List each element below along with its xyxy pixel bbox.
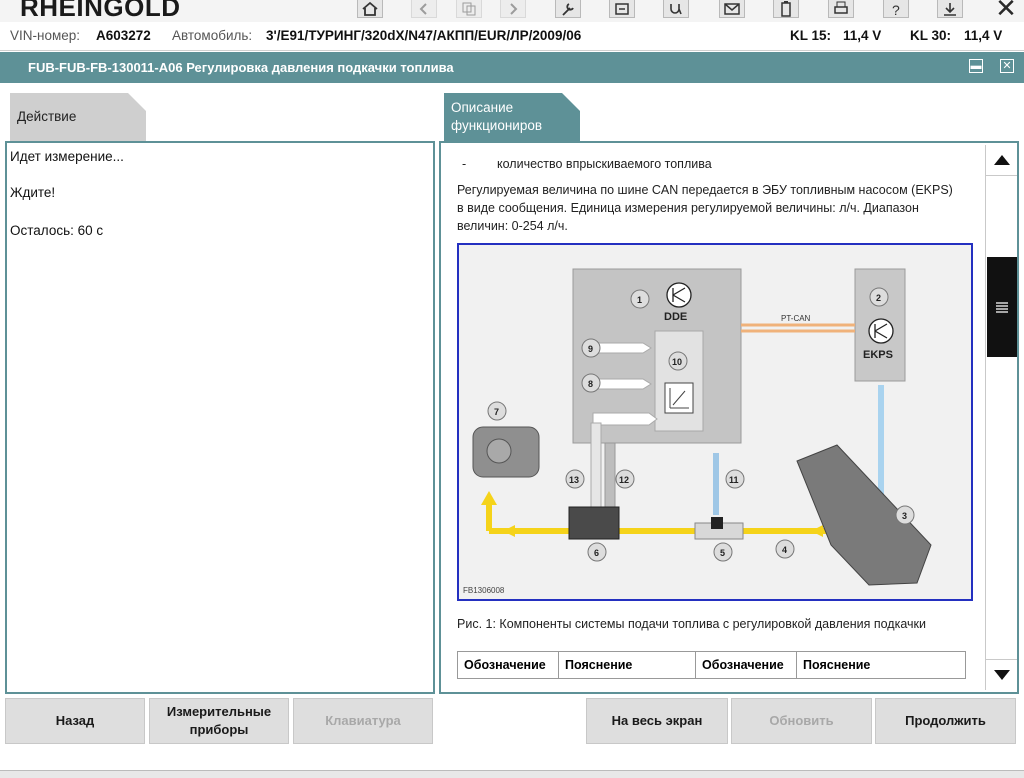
home-icon	[362, 1, 378, 16]
svg-text:?: ?	[892, 2, 900, 17]
measuring-devices-button[interactable]: Измерительные приборы	[149, 698, 289, 744]
legend-table: Обозначение Пояснение Обозначение Поясне…	[457, 651, 966, 679]
dde-label: DDE	[664, 311, 687, 323]
car-value: 3'/E91/ТУРИНГ/320dX/N47/АКПП/EUR/ЛР/2009…	[266, 28, 582, 43]
bullet-text: количество впрыскиваемого топлива	[497, 157, 712, 171]
help-button[interactable]: ?	[883, 0, 909, 18]
table-header: Обозначение	[695, 651, 797, 679]
app-brand: RHEINGOLD	[20, 0, 181, 22]
back-nav-button[interactable]	[411, 0, 437, 18]
status-measuring: Идет измерение...	[10, 149, 124, 164]
kl15-label: KL 15:	[790, 28, 832, 43]
tab-function-description-label: Описание функциониров	[451, 100, 543, 133]
svg-text:12: 12	[619, 475, 629, 485]
top-toolbar: RHEINGOLD ? ✕	[0, 0, 1024, 22]
vin-label: VIN-номер:	[10, 28, 81, 43]
continue-button[interactable]: Продолжить	[875, 698, 1016, 744]
printer-icon	[834, 1, 848, 14]
kl15-value: 11,4 V	[843, 28, 882, 43]
svg-text:1: 1	[637, 295, 642, 305]
forward-nav-button[interactable]	[500, 0, 526, 18]
window-titlebar: FUB-FUB-FB-130011-A06 Регулировка давлен…	[0, 52, 1024, 83]
battery-button[interactable]	[773, 0, 799, 18]
svg-text:10: 10	[672, 357, 682, 367]
table-header-row: Обозначение Пояснение Обозначение Поясне…	[457, 651, 966, 679]
description-panel: - количество впрыскиваемого топлива Регу…	[439, 141, 1019, 694]
kl30-value: 11,4 V	[964, 28, 1003, 43]
svg-text:4: 4	[782, 545, 787, 555]
svg-text:8: 8	[588, 379, 593, 389]
grip-icon	[996, 302, 1008, 313]
svg-text:6: 6	[594, 548, 599, 558]
ekps-label: EKPS	[863, 349, 893, 361]
figure-caption: Рис. 1: Компоненты системы подачи топлив…	[457, 617, 926, 631]
window-title: FUB-FUB-FB-130011-A06 Регулировка давлен…	[28, 60, 454, 75]
triangle-up-icon	[993, 155, 1010, 165]
vehicle-info-bar: VIN-номер: A603272 Автомобиль: 3'/E91/ТУ…	[0, 22, 1024, 51]
download-button[interactable]	[937, 0, 963, 18]
fullscreen-button[interactable]: На весь экран	[586, 698, 728, 744]
battery-icon	[781, 0, 791, 17]
table-header: Пояснение	[796, 651, 966, 679]
home-button[interactable]	[357, 0, 383, 18]
print-button[interactable]	[828, 0, 854, 18]
vehicle-connect-icon	[615, 2, 629, 15]
minimize-window-button[interactable]: ▬	[969, 59, 983, 73]
scroll-down-button[interactable]	[986, 659, 1017, 690]
envelope-icon	[724, 2, 740, 15]
car-label: Автомобиль:	[172, 28, 253, 43]
copy-button[interactable]	[456, 0, 482, 18]
action-panel: Идет измерение... Ждите! Осталось: 60 с	[5, 141, 435, 694]
svg-text:9: 9	[588, 344, 593, 354]
status-wait: Ждите!	[10, 185, 56, 200]
close-icon: ✕	[995, 0, 1017, 22]
scroll-up-button[interactable]	[986, 145, 1017, 176]
kl30-label: KL 30:	[910, 28, 952, 43]
keyboard-button[interactable]: Клавиатура	[293, 698, 433, 744]
tab-action-label: Действие	[17, 109, 77, 124]
tools-button[interactable]	[555, 0, 581, 18]
refresh-button[interactable]: Обновить	[731, 698, 872, 744]
question-icon: ?	[892, 2, 900, 17]
close-icon: ✕	[1002, 60, 1012, 72]
svg-text:2: 2	[876, 293, 881, 303]
close-window-button[interactable]: ✕	[1000, 59, 1014, 73]
back-button[interactable]: Назад	[5, 698, 145, 744]
svg-text:3: 3	[902, 511, 907, 521]
chevron-right-icon	[510, 2, 518, 15]
svg-text:13: 13	[569, 475, 579, 485]
description-paragraph: Регулируемая величина по шине CAN переда…	[457, 183, 953, 233]
vertical-scrollbar[interactable]	[985, 145, 1017, 690]
svg-text:5: 5	[720, 548, 725, 558]
app-close-button[interactable]: ✕	[992, 0, 1020, 22]
mail-button[interactable]	[719, 0, 745, 18]
connection-button[interactable]	[609, 0, 635, 18]
fuel-system-diagram: PT-CAN DDE EKPS 1 2 3 4 5 6 7 8 9 10 11 …	[459, 245, 971, 599]
svg-text:11: 11	[729, 475, 739, 485]
diagnosis-button[interactable]	[663, 0, 689, 18]
bus-label: PT-CAN	[781, 314, 811, 323]
status-remaining: Осталось: 60 с	[10, 223, 104, 238]
tab-function-description[interactable]: Описание функциониров	[444, 93, 580, 141]
svg-text:7: 7	[494, 407, 499, 417]
fuel-system-figure: PT-CAN DDE EKPS 1 2 3 4 5 6 7 8 9 10 11 …	[457, 243, 973, 601]
minimize-icon: ▬	[970, 60, 982, 72]
stethoscope-icon	[670, 3, 682, 14]
vin-value: A603272	[96, 28, 151, 43]
copy-icon	[462, 2, 476, 15]
chevron-left-icon	[419, 2, 427, 15]
figure-image-id: FB1306008	[463, 586, 505, 595]
tab-action[interactable]: Действие	[10, 93, 146, 141]
triangle-down-icon	[993, 670, 1010, 680]
table-header: Обозначение	[457, 651, 559, 679]
table-header: Пояснение	[558, 651, 696, 679]
scroll-thumb[interactable]	[987, 257, 1017, 357]
download-icon	[944, 2, 956, 16]
wrench-icon	[562, 2, 574, 16]
bullet-dash: -	[462, 157, 467, 171]
